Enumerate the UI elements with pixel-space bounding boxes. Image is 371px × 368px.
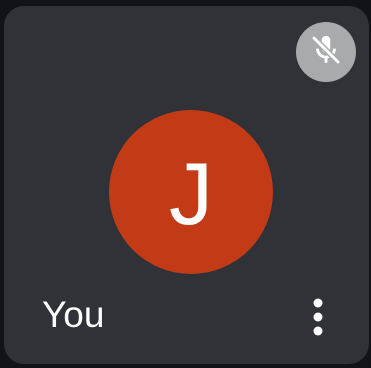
mic-muted-indicator[interactable] [296, 22, 356, 82]
participant-name: You [42, 294, 105, 335]
avatar: J [109, 110, 273, 274]
mic-off-icon [309, 33, 343, 72]
avatar-initial: J [169, 144, 213, 243]
participant-tile[interactable]: J You [4, 6, 369, 364]
more-options-button[interactable] [300, 294, 336, 344]
more-vert-icon [312, 297, 324, 342]
